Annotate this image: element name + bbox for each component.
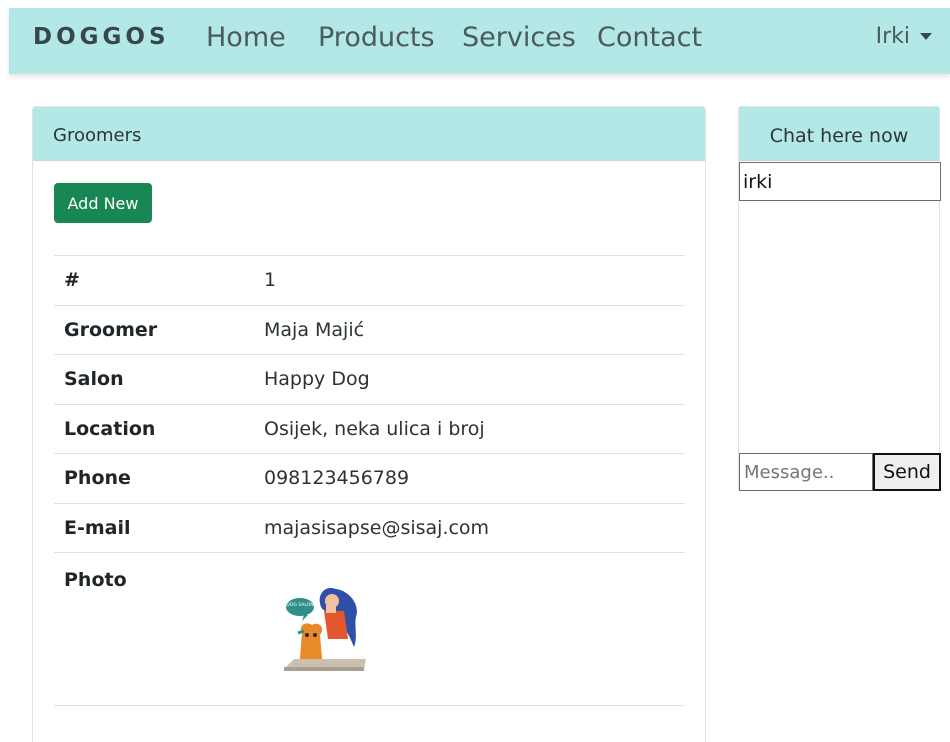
row-label-email: E-mail: [64, 516, 131, 539]
row-label-groomer: Groomer: [64, 318, 158, 341]
row-value-groomer: Maja Majić: [264, 318, 365, 341]
caret-down-icon: [920, 33, 932, 40]
add-new-button[interactable]: Add New: [54, 183, 152, 223]
send-button[interactable]: Send: [873, 453, 941, 491]
user-menu[interactable]: Irki: [876, 24, 932, 49]
chat-header: Chat here now: [739, 107, 939, 161]
table-row: Phone 098123456789: [54, 453, 685, 504]
row-value-phone: 098123456789: [264, 467, 410, 490]
user-name: Irki: [875, 24, 910, 49]
row-value-number: 1: [264, 269, 277, 292]
brand-logo[interactable]: DOGGOS: [33, 24, 170, 50]
row-value-email: majasisapse@sisaj.com: [264, 516, 490, 539]
row-label-photo: Photo: [64, 569, 127, 591]
row-label-salon: Salon: [64, 368, 124, 391]
row-label-phone: Phone: [64, 467, 131, 490]
row-value-photo: DOG SALON: [252, 553, 685, 706]
table-row: Salon Happy Dog: [54, 354, 685, 405]
nav-link-contact[interactable]: Contact: [597, 22, 702, 53]
message-input[interactable]: [739, 453, 873, 491]
chat-panel: Chat here now irki Send: [738, 106, 941, 491]
row-value-location: Osijek, neka ulica i broj: [264, 417, 485, 440]
nav-link-services[interactable]: Services: [462, 22, 576, 53]
table-row: Groomer Maja Majić: [54, 305, 685, 355]
nav-link-products[interactable]: Products: [318, 22, 435, 53]
groomer-photo-illustration: DOG SALON: [284, 587, 366, 671]
table-row: Location Osijek, neka ulica i broj: [54, 404, 685, 454]
row-label-number: #: [64, 269, 80, 292]
svg-text:DOG SALON: DOG SALON: [286, 602, 313, 608]
table-row-photo: Photo DOG SALON: [54, 552, 685, 706]
table-row: # 1: [54, 255, 685, 306]
chat-user-list[interactable]: irki: [739, 162, 941, 201]
row-label-location: Location: [64, 417, 156, 440]
table-row: E-mail majasisapse@sisaj.com: [54, 503, 685, 553]
row-value-salon: Happy Dog: [264, 368, 370, 391]
groomer-detail-table: # 1 Groomer Maja Majić Salon Happy Dog L…: [54, 255, 685, 706]
groomers-card: Groomers Add New # 1 Groomer Maja Majić …: [32, 106, 706, 742]
top-navbar: DOGGOS Home Products Services Contact Ir…: [9, 8, 950, 74]
nav-link-home[interactable]: Home: [206, 22, 286, 53]
groomers-card-header: Groomers: [33, 107, 705, 161]
